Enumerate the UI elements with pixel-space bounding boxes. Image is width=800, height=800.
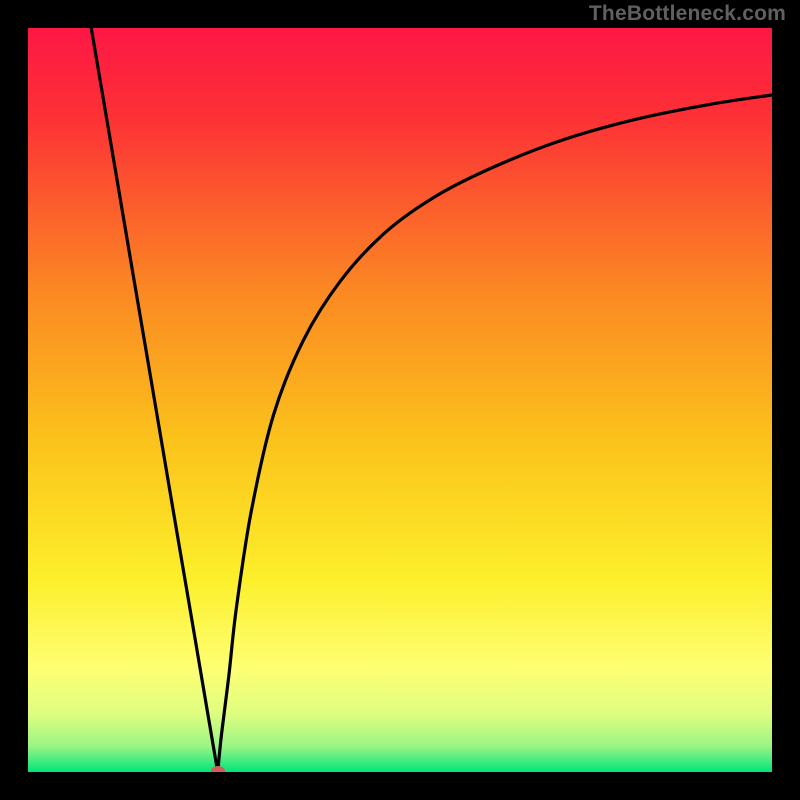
plot-area (28, 28, 772, 772)
minimum-marker (211, 766, 225, 772)
watermark-text: TheBottleneck.com (589, 2, 786, 26)
bottleneck-curve (28, 28, 772, 772)
chart-frame: TheBottleneck.com (0, 0, 800, 800)
